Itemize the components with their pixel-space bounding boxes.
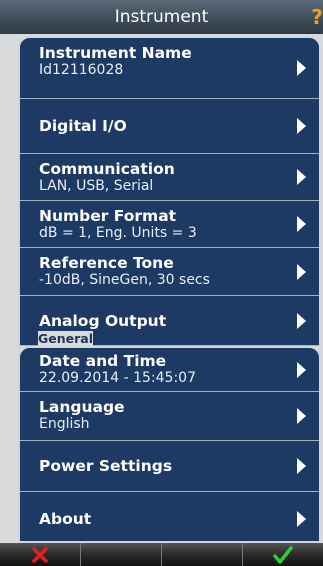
menu-item-value: Id12116028 [39,62,124,78]
menu-item-title: Instrument Name [39,44,192,62]
menu-item-title: Analog Output [39,311,167,330]
help-icon[interactable]: ? [311,0,323,34]
menu-item-title: Date and Time [39,352,167,370]
menu-item-title: Communication [39,160,175,178]
general-settings-list: Date and Time 22.09.2014 - 15:45:07 Lang… [18,346,321,543]
menu-item-language[interactable]: Language English [20,392,319,441]
cross-icon [32,546,48,563]
page-title: Instrument [114,7,209,27]
menu-item-communication[interactable]: Communication LAN, USB, Serial [20,154,319,201]
menu-item-title: Number Format [39,207,177,225]
menu-item-title: Reference Tone [39,254,174,272]
menu-item-value: English [39,416,90,432]
chevron-right-icon [297,510,306,527]
menu-item-reference-tone[interactable]: Reference Tone -10dB, SineGen, 30 secs [20,248,319,296]
menu-item-value: dB = 1, Eng. Units = 3 [39,225,197,241]
checkmark-icon [273,545,293,564]
menu-item-date-time[interactable]: Date and Time 22.09.2014 - 15:45:07 [20,348,319,392]
toolbar-button-3[interactable] [162,543,243,566]
chevron-right-icon [297,169,306,185]
menu-item-power-settings[interactable]: Power Settings [20,441,319,492]
chevron-right-icon [297,216,306,232]
chevron-right-icon [297,60,306,76]
chevron-right-icon [297,361,306,378]
cancel-button[interactable] [0,543,81,566]
chevron-right-icon [297,458,306,474]
menu-item-title: About [39,509,92,528]
menu-item-instrument-name[interactable]: Instrument Name Id12116028 [20,38,319,99]
title-bar: Instrument ? [0,0,323,34]
menu-item-digital-io[interactable]: Digital I/O [20,99,319,154]
bottom-toolbar [0,543,323,566]
menu-item-value: 22.09.2014 - 15:45:07 [39,370,196,386]
menu-item-title: Language [39,398,125,416]
chevron-right-icon [297,312,306,329]
menu-item-value: LAN, USB, Serial [39,178,154,194]
menu-item-title: Digital I/O [39,117,127,135]
chevron-right-icon [297,118,306,134]
menu-item-about[interactable]: About [20,492,319,541]
chevron-right-icon [297,263,306,280]
menu-item-value: -10dB, SineGen, 30 secs [39,272,210,288]
section-label-general-text: General [38,331,93,346]
confirm-button[interactable] [243,543,323,566]
menu-item-number-format[interactable]: Number Format dB = 1, Eng. Units = 3 [20,201,319,248]
menu-item-title: Power Settings [39,457,173,475]
toolbar-button-2[interactable] [81,543,162,566]
chevron-right-icon [297,408,306,424]
